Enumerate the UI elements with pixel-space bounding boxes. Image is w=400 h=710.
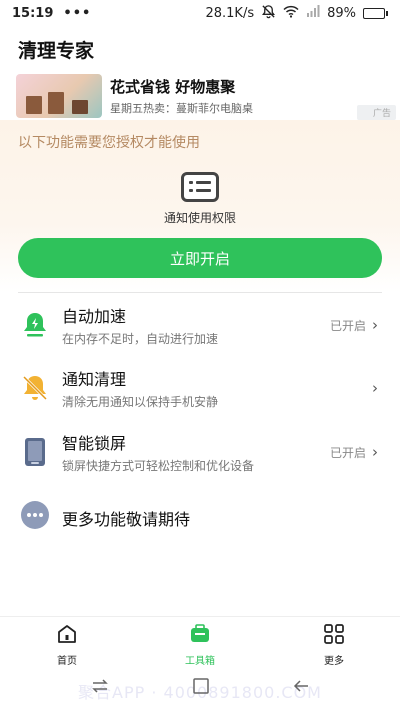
ad-tag: 广告 (356, 105, 396, 120)
ad-banner[interactable]: 花式省钱 好物惠聚 星期五热卖：蔓斯菲尔电脑桌 广告 (16, 72, 400, 120)
tab-more[interactable]: 更多 (294, 623, 374, 667)
feature-notification-clean[interactable]: 通知清理 清除无用通知以保持手机安静 › (0, 363, 400, 413)
more-dots-icon (20, 500, 50, 530)
feature-auto-speedup[interactable]: 自动加速 在内存不足时，自动进行加速 已开启 › (0, 300, 400, 350)
toolbox-icon (189, 623, 211, 649)
feature-text: 更多功能敬请期待 (62, 506, 190, 530)
tab-label: 工具箱 (185, 656, 215, 667)
signal-icon (306, 5, 320, 21)
feature-status: 已开启 › (330, 316, 378, 334)
feature-name: 更多功能敬请期待 (62, 510, 191, 529)
notification-list-icon (181, 172, 219, 202)
battery-percent: 89% (327, 5, 356, 21)
ad-title: 花式省钱 好物惠聚 (110, 78, 236, 96)
tab-label: 更多 (324, 656, 344, 667)
battery-icon (363, 7, 388, 19)
feature-desc: 锁屏快捷方式可轻松控制和优化设备 (62, 459, 255, 473)
status-text: 已开启 (329, 318, 366, 333)
feature-name: 智能锁屏 (62, 434, 127, 453)
status-time: 15:19 (12, 5, 54, 21)
mute-bell-icon (261, 4, 276, 23)
permission-label: 通知使用权限 (163, 211, 236, 225)
home-square-icon[interactable] (191, 676, 211, 700)
status-bar: 15:19 ••• 28.1K/s 89% (0, 0, 400, 26)
ad-subtitle: 星期五热卖：蔓斯菲尔电脑桌 (110, 102, 253, 115)
status-right: 28.1K/s 89% (205, 4, 388, 23)
network-speed: 28.1K/s (205, 5, 255, 21)
feature-text: 智能锁屏 锁屏快捷方式可轻松控制和优化设备 (62, 430, 254, 474)
feature-more: 更多功能敬请期待 (0, 490, 400, 540)
feature-text: 通知清理 清除无用通知以保持手机安静 (62, 366, 218, 410)
feature-name: 自动加速 (62, 307, 127, 326)
home-icon (56, 623, 78, 649)
tab-home[interactable]: 首页 (27, 623, 107, 667)
feature-desc: 在内存不足时，自动进行加速 (62, 332, 219, 346)
chevron-right-icon: › (372, 316, 378, 334)
status-dots: ••• (63, 5, 92, 21)
grid-icon (323, 623, 345, 649)
tab-label: 首页 (57, 656, 77, 667)
chevron-right-icon: › (372, 443, 378, 461)
tab-toolbox[interactable]: 工具箱 (160, 623, 240, 667)
rocket-bell-icon (20, 310, 50, 340)
enable-now-button[interactable]: 立即开启 (18, 238, 382, 278)
back-arrow-icon[interactable] (291, 676, 311, 700)
status-text: 已开启 (329, 445, 366, 460)
wifi-icon (283, 5, 299, 22)
page-title: 清理专家 (18, 40, 95, 62)
phone-lock-icon (20, 437, 50, 467)
feature-status: 已开启 › (330, 443, 378, 461)
swap-icon[interactable] (90, 676, 110, 700)
divider (18, 292, 382, 293)
feature-desc: 清除无用通知以保持手机安静 (62, 395, 219, 409)
chevron-right-icon: › (372, 379, 378, 397)
feature-text: 自动加速 在内存不足时，自动进行加速 (62, 303, 218, 347)
feature-name: 通知清理 (62, 370, 127, 389)
permission-hint: 以下功能需要您授权才能使用 (18, 135, 200, 151)
mute-bell-icon (20, 373, 50, 403)
feature-status: › (366, 379, 378, 397)
ad-thumbnail (16, 74, 102, 118)
feature-smart-lock[interactable]: 智能锁屏 锁屏快捷方式可轻松控制和优化设备 已开启 › (0, 427, 400, 477)
ad-text: 花式省钱 好物惠聚 星期五热卖：蔓斯菲尔电脑桌 (110, 76, 253, 116)
bottom-tab-bar: 首页 工具箱 更多 (0, 616, 400, 667)
